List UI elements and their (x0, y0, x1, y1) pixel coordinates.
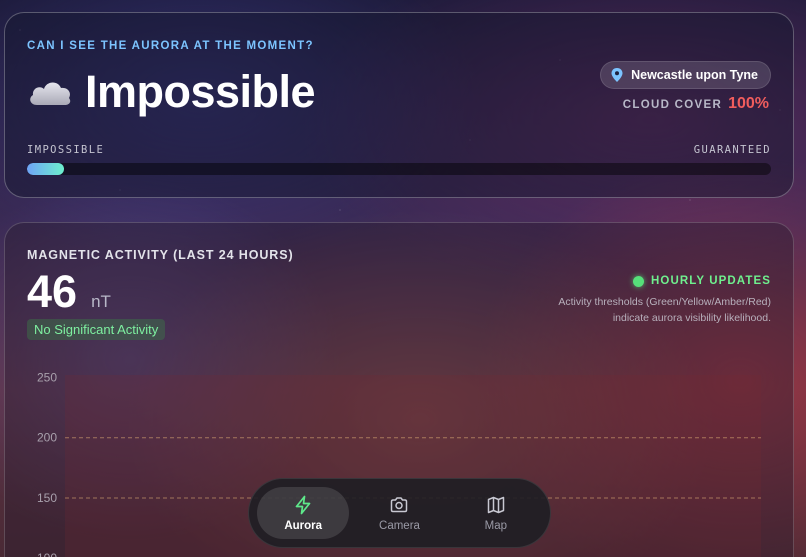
location-pin-icon (611, 68, 623, 82)
status-row: Impossible (27, 66, 316, 117)
bottom-nav: Aurora Camera Map (248, 478, 551, 548)
y-tick-250: 250 (37, 370, 57, 384)
cloud-cover: CLOUD COVER 100% (623, 95, 769, 113)
location-name: Newcastle upon Tyne (631, 68, 758, 82)
y-tick-100: 100 (37, 551, 57, 557)
bolt-icon (295, 495, 311, 514)
location-selector[interactable]: Newcastle upon Tyne (600, 61, 771, 89)
magnetic-reading: 46 nT (27, 269, 111, 314)
cloud-cover-label: CLOUD COVER (622, 99, 723, 111)
likelihood-bar (27, 163, 771, 175)
nav-aurora[interactable]: Aurora (257, 487, 350, 539)
y-tick-200: 200 (37, 431, 57, 445)
hourly-updates-indicator: HOURLY UPDATES (633, 275, 771, 287)
status-dot-icon (633, 275, 645, 287)
y-tick-150: 150 (37, 491, 57, 505)
nav-camera[interactable]: Camera (353, 487, 445, 539)
cloud-cover-value: 100% (728, 95, 769, 112)
hourly-updates-label: HOURLY UPDATES (651, 275, 771, 287)
activity-badge: No Significant Activity (27, 319, 166, 340)
scale-min-label: IMPOSSIBLE (27, 144, 105, 156)
magnetic-activity-title: MAGNETIC ACTIVITY (LAST 24 HOURS) (27, 248, 294, 262)
magnetic-value: 46 (27, 266, 78, 317)
magnetic-unit: nT (91, 292, 111, 311)
scale-max-label: GUARANTEED (693, 144, 771, 156)
likelihood-bar-fill (27, 163, 65, 175)
camera-icon (391, 496, 408, 512)
thresholds-note: Activity thresholds (Green/Yellow/Amber/… (558, 296, 771, 324)
map-icon (487, 496, 505, 513)
visibility-status: Impossible (85, 66, 316, 117)
cloud-icon (30, 81, 71, 105)
nav-map-label: Map (484, 519, 507, 532)
visibility-question: CAN I SEE THE AURORA AT THE MOMENT? (27, 40, 314, 52)
aurora-visibility-card: CAN I SEE THE AURORA AT THE MOMENT? Impo… (4, 12, 794, 198)
nav-camera-label: Camera (379, 519, 420, 532)
nav-map[interactable]: Map (450, 487, 542, 539)
nav-aurora-label: Aurora (284, 519, 323, 532)
